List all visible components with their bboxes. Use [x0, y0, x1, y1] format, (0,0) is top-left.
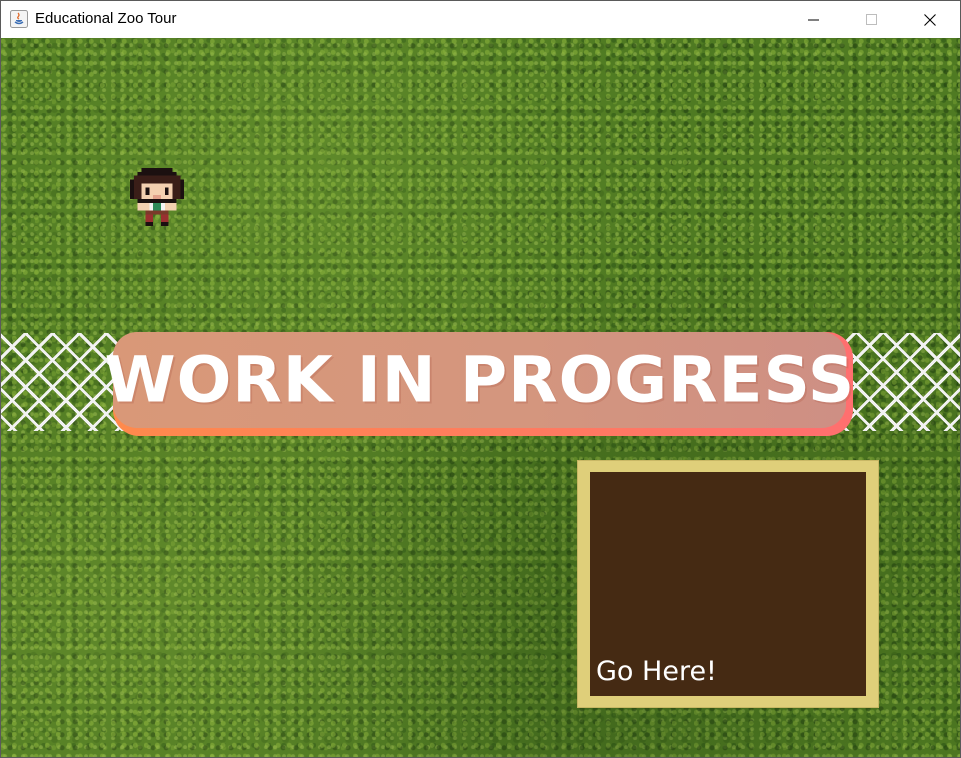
game-canvas[interactable]: WORK IN PROGRESS Go Here!: [1, 38, 960, 757]
minimize-icon: [808, 19, 819, 20]
maximize-button[interactable]: [843, 1, 901, 38]
app-window: Educational Zoo Tour WORK IN PROGRESS Go…: [0, 0, 961, 758]
java-app-icon: [10, 10, 28, 28]
window-title: Educational Zoo Tour: [35, 10, 177, 27]
go-here-zone-fill: Go Here!: [590, 472, 866, 696]
title-bar[interactable]: Educational Zoo Tour: [1, 1, 960, 38]
go-here-label: Go Here!: [596, 656, 717, 687]
banner-face: WORK IN PROGRESS: [104, 332, 854, 428]
maximize-icon: [866, 13, 877, 25]
minimize-button[interactable]: [785, 1, 843, 38]
banner-text: WORK IN PROGRESS: [104, 343, 855, 417]
work-in-progress-banner: WORK IN PROGRESS: [104, 332, 854, 436]
go-here-zone[interactable]: Go Here!: [577, 460, 879, 708]
player-character-icon[interactable]: [126, 163, 188, 227]
close-button[interactable]: [901, 1, 959, 38]
close-icon: [924, 13, 936, 26]
